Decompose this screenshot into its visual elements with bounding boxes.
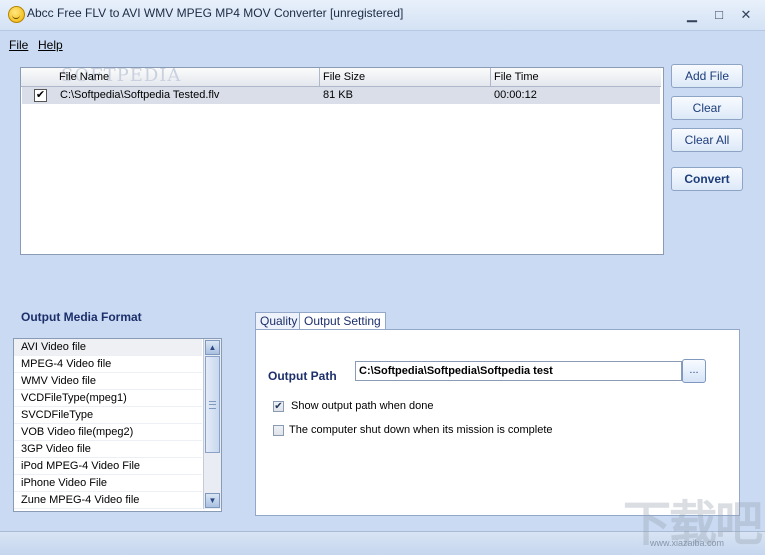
list-item[interactable]: iPhone Video File xyxy=(14,475,202,492)
close-icon[interactable]: ✕ xyxy=(737,7,755,23)
list-item[interactable]: SVCDFileType xyxy=(14,407,202,424)
shutdown-checkbox[interactable] xyxy=(273,425,284,436)
site-watermark-url: www.xiazaiba.com xyxy=(650,538,725,548)
output-path-input[interactable] xyxy=(355,361,682,381)
list-item[interactable]: 3GP Video file xyxy=(14,441,202,458)
app-smiley-icon xyxy=(8,6,25,23)
menu-bar xyxy=(0,36,765,54)
cell-file-time: 00:00:12 xyxy=(494,89,537,101)
output-media-format-title: Output Media Format xyxy=(21,310,142,324)
file-list[interactable]: SOFTPEDIA File Name File Size File Time … xyxy=(20,65,664,255)
list-item[interactable]: VOB Video file(mpeg2) xyxy=(14,424,202,441)
scroll-grip-icon xyxy=(209,401,216,409)
cell-file-size: 81 KB xyxy=(323,89,353,101)
table-row[interactable]: ✔ C:\Softpedia\Softpedia Tested.flv 81 K… xyxy=(22,87,660,104)
cell-file-name: C:\Softpedia\Softpedia Tested.flv xyxy=(60,89,220,101)
format-scrollbar[interactable]: ▲ ▼ xyxy=(203,339,221,509)
format-list[interactable]: AVI Video file MPEG-4 Video file WMV Vid… xyxy=(13,338,222,512)
clear-button[interactable]: Clear xyxy=(671,96,743,120)
add-file-button[interactable]: Add File xyxy=(671,64,743,88)
tab-output-setting[interactable]: Output Setting xyxy=(299,312,386,330)
column-header-file-size[interactable]: File Size xyxy=(320,68,491,86)
list-item[interactable]: AVI Video file xyxy=(14,339,202,356)
tab-quality[interactable]: Quality xyxy=(255,312,303,329)
scroll-thumb[interactable] xyxy=(205,356,220,453)
maximize-icon[interactable]: □ xyxy=(710,7,728,23)
scroll-down-icon[interactable]: ▼ xyxy=(205,493,220,508)
minimize-icon[interactable]: ▁ xyxy=(683,7,701,23)
menu-file[interactable]: File xyxy=(9,38,28,52)
output-path-label: Output Path xyxy=(268,369,337,383)
browse-button[interactable]: ... xyxy=(682,359,706,383)
list-item[interactable]: MPEG-4 Video file xyxy=(14,356,202,373)
menu-help[interactable]: Help xyxy=(38,38,63,52)
shutdown-label: The computer shut down when its mission … xyxy=(289,424,553,436)
convert-button[interactable]: Convert xyxy=(671,167,743,191)
scroll-up-icon[interactable]: ▲ xyxy=(205,340,220,355)
column-header-file-time[interactable]: File Time xyxy=(491,68,661,86)
list-item[interactable]: WMV Video file xyxy=(14,373,202,390)
clear-all-button[interactable]: Clear All xyxy=(671,128,743,152)
file-list-header: SOFTPEDIA File Name File Size File Time xyxy=(21,65,661,87)
column-header-file-name[interactable]: File Name xyxy=(56,68,320,86)
row-checkbox[interactable]: ✔ xyxy=(34,89,47,102)
show-path-checkbox[interactable]: ✔ xyxy=(273,401,284,412)
show-path-label: Show output path when done xyxy=(291,400,434,412)
list-item[interactable]: Zune MPEG-4 Video file xyxy=(14,492,202,509)
window-title: Abcc Free FLV to AVI WMV MPEG MP4 MOV Co… xyxy=(27,6,404,20)
list-item[interactable]: VCDFileType(mpeg1) xyxy=(14,390,202,407)
list-item[interactable]: iPod MPEG-4 Video File xyxy=(14,458,202,475)
